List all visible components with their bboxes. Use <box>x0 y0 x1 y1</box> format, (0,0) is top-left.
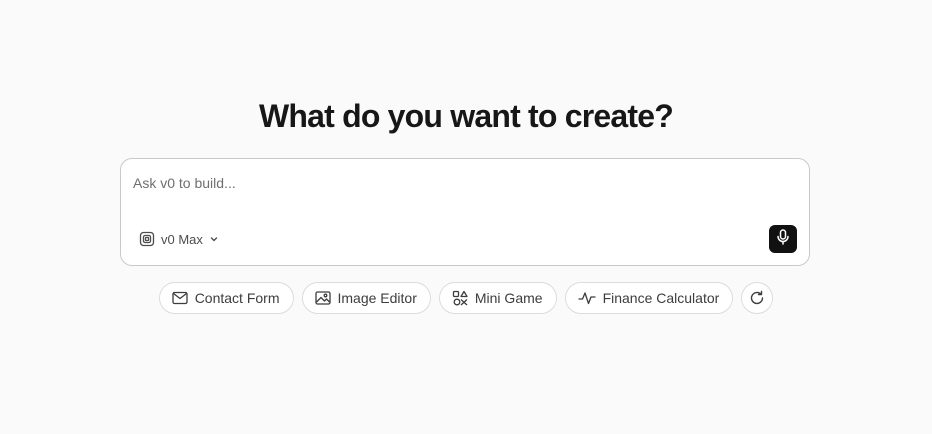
prompt-box: v0 Max <box>120 158 810 266</box>
chevron-down-icon <box>209 234 219 244</box>
microphone-button[interactable] <box>769 225 797 253</box>
suggestion-label: Finance Calculator <box>602 290 720 306</box>
suggestion-mini-game[interactable]: Mini Game <box>438 282 557 314</box>
model-selector[interactable]: v0 Max <box>133 227 225 251</box>
suggestion-finance-calculator[interactable]: Finance Calculator <box>564 282 734 314</box>
prompt-input[interactable] <box>133 173 753 193</box>
shapes-icon <box>452 290 468 306</box>
suggestion-label: Image Editor <box>337 290 417 306</box>
suggestion-chips: Contact Form Image Editor Mini Game Fina… <box>0 282 932 314</box>
suggestion-contact-form[interactable]: Contact Form <box>158 282 294 314</box>
pulse-icon <box>577 291 596 305</box>
suggestion-label: Mini Game <box>474 290 543 306</box>
page-title: What do you want to create? <box>259 98 674 134</box>
microphone-icon <box>776 228 790 250</box>
suggestion-label: Contact Form <box>194 290 280 306</box>
suggestion-image-editor[interactable]: Image Editor <box>301 282 431 314</box>
refresh-icon <box>749 290 765 306</box>
model-icon <box>139 231 155 247</box>
mail-icon <box>172 291 188 305</box>
refresh-suggestions-button[interactable] <box>741 282 774 314</box>
image-icon <box>314 291 331 305</box>
model-selector-label: v0 Max <box>161 231 203 247</box>
